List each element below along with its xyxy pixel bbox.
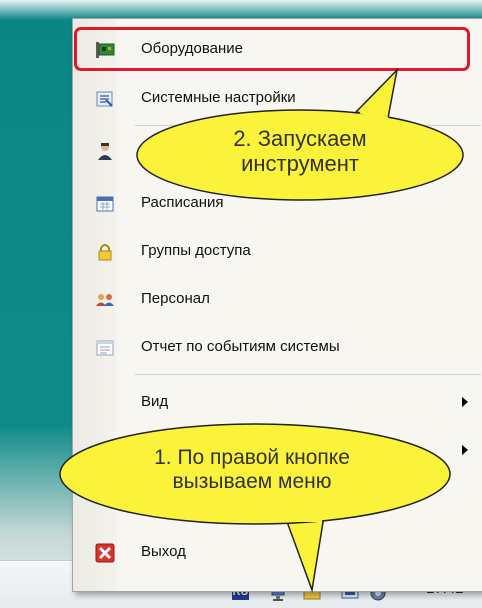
callout-step1-bubble (59, 423, 451, 593)
callout-line: 1. По правой кнопке (154, 446, 350, 469)
callout-step1-text: 1. По правой кнопке вызываем меню (92, 446, 412, 494)
callout-line: вызываем меню (172, 470, 332, 494)
